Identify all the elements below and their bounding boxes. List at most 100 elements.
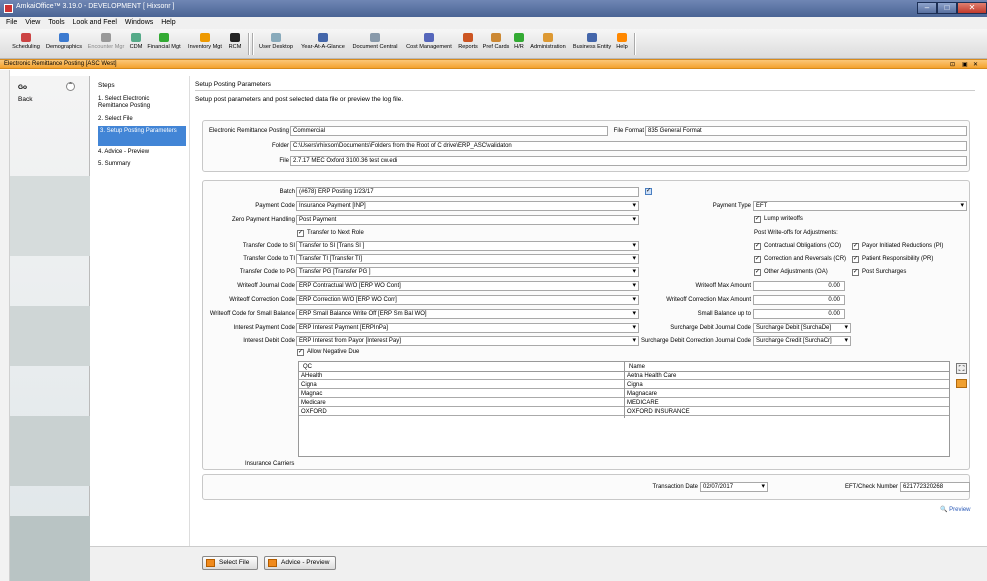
toolbar-demographics[interactable]: Demographics (44, 31, 84, 57)
menu-tools[interactable]: Tools (48, 19, 64, 26)
eft-check-field[interactable]: 621772320268 (900, 482, 970, 492)
transfer-next-role-checkbox[interactable]: ✓ (297, 230, 304, 237)
cell-qc: AHealth (301, 373, 323, 379)
page-title: Setup Posting Parameters (195, 81, 271, 88)
surcharge-debit-dropdown[interactable]: Surcharge Debit [SurchaDe] (753, 323, 851, 333)
menu-file[interactable]: File (6, 19, 17, 26)
transfer-si-dropdown[interactable]: Transfer to SI [Trans SI ] (296, 241, 639, 251)
close-icon[interactable]: ✕ (973, 61, 978, 68)
grid-header-qc[interactable]: QC (301, 363, 312, 371)
toolbar-rcm[interactable]: RCM (227, 31, 243, 57)
toolbar-inventory-mgt[interactable]: Inventory Mgt (184, 31, 226, 57)
toolbar-year-at-a-glance[interactable]: Year-At-A-Glance (298, 31, 348, 57)
grid-list-icon[interactable] (956, 379, 967, 388)
maximize-icon[interactable]: ▣ (962, 61, 968, 68)
minimize-button[interactable]: – (917, 2, 937, 14)
step-summary[interactable]: 5. Summary (98, 161, 186, 168)
close-button[interactable]: ✕ (957, 2, 987, 14)
writeoff-max-field[interactable]: 0.00 (753, 281, 845, 291)
toolbar-administration[interactable]: Administration (527, 31, 569, 57)
panel-stripe (10, 416, 90, 486)
preview-link-label: Preview (949, 507, 971, 513)
toolbar-reports[interactable]: Reports (456, 31, 480, 57)
transaction-date-dropdown[interactable]: 02/07/2017 (700, 482, 768, 492)
toolbar-financial-mgt[interactable]: Financial Mgt (145, 31, 183, 57)
writeoff-correction-max-field[interactable]: 0.00 (753, 295, 845, 305)
batch-field[interactable]: (#678) ERP Posting 1/23/17 (296, 187, 639, 197)
grid-header-name[interactable]: Name (627, 363, 645, 371)
steps-header: Steps (98, 82, 115, 89)
adj-pr-checkbox[interactable]: ✓ (852, 256, 859, 263)
toolbar-cost-management[interactable]: Cost Management (402, 31, 456, 57)
transfer-pg-dropdown[interactable]: Transfer PG [Transfer PG ] (296, 267, 639, 277)
window-titlebar: AmkaiOffice™ 3.19.0 - DEVELOPMENT [ Hixs… (0, 0, 987, 17)
lump-writeoffs-checkbox[interactable]: ✓ (754, 216, 761, 223)
post-surcharges-checkbox[interactable]: ✓ (852, 269, 859, 276)
cost-icon (424, 33, 434, 42)
zero-payment-dropdown[interactable]: Post Payment (296, 215, 639, 225)
cell-name: Aetna Health Care (627, 373, 677, 379)
step-select-file[interactable]: 2. Select File (98, 116, 186, 123)
interest-debit-label: Interest Debit Code (243, 338, 295, 344)
adj-pi-checkbox[interactable]: ✓ (852, 243, 859, 250)
panel-stripe (10, 176, 90, 256)
maximize-button[interactable]: □ (937, 2, 957, 14)
file-field: 2.7.17 MEC Oxford 3100.36 test cw.edi (290, 156, 967, 166)
step-advice-preview[interactable]: 4. Advice - Preview (98, 149, 186, 156)
writeoff-correction-dropdown[interactable]: ERP Correction W/O [ERP WO Corr] (296, 295, 639, 305)
step-setup-posting-parameters[interactable]: 3. Setup Posting Parameters (98, 126, 186, 146)
toolbar-business-entity[interactable]: Business Entity (570, 31, 614, 57)
grid-expand-icon[interactable]: ⛶ (956, 363, 967, 374)
step-select-erp[interactable]: 1. Select Electronic Remittance Posting (98, 96, 168, 110)
menu-view[interactable]: View (25, 19, 40, 26)
menu-windows[interactable]: Windows (125, 19, 153, 26)
batch-checkmark-icon[interactable]: ✓ (645, 188, 652, 195)
magnifier-icon: 🔍 (940, 507, 948, 513)
advice-preview-button[interactable]: Advice - Preview (264, 556, 336, 570)
toolbar-cdm[interactable]: CDM (127, 31, 145, 57)
surcharge-correction-dropdown[interactable]: Surcharge Credit [SurchaCr] (753, 336, 851, 346)
post-writeoffs-header: Post Write-offs for Adjustments: (754, 230, 838, 236)
interest-payment-dropdown[interactable]: ERP Interest Payment [ERPInPa] (296, 323, 639, 333)
adj-cr-checkbox[interactable]: ✓ (754, 256, 761, 263)
lump-writeoffs-label: Lump writeoffs (764, 216, 803, 222)
toolbar-hr[interactable]: H/R (512, 31, 526, 57)
menu-look-and-feel[interactable]: Look and Feel (73, 19, 117, 26)
surcharge-debit-label: Surcharge Debit Journal Code (670, 325, 751, 331)
interest-debit-dropdown[interactable]: ERP Interest from Payor [Interest Pay] (296, 336, 639, 346)
small-balance-field[interactable]: 0.00 (753, 309, 845, 319)
allow-negative-due-checkbox[interactable]: ✓ (297, 349, 304, 356)
collapse-chevron-icon[interactable]: ⌃ (66, 82, 75, 91)
back-link[interactable]: Back (18, 96, 32, 103)
eft-check-label: EFT/Check Number (844, 484, 898, 490)
select-file-button[interactable]: Select File (202, 556, 258, 570)
toolbar-user-desktop[interactable]: User Desktop (256, 31, 296, 57)
file-format-label: File Format (613, 128, 644, 134)
writeoff-small-balance-dropdown[interactable]: ERP Small Balance Write Off [ERP Sm Bal … (296, 309, 639, 319)
transaction-group: Transaction Date 02/07/2017 EFT/Check Nu… (202, 474, 970, 500)
adj-co-checkbox[interactable]: ✓ (754, 243, 761, 250)
hr-icon (514, 33, 524, 42)
bottom-button-bar: Select File Advice - Preview (190, 546, 987, 581)
payment-code-dropdown[interactable]: Insurance Payment [INP] (296, 201, 639, 211)
payment-type-dropdown[interactable]: EFT (753, 201, 967, 211)
cell-name: OXFORD INSURANCE (627, 409, 690, 415)
file-info-group: Electronic Remittance Posting Commercial… (202, 120, 970, 172)
adj-oa-checkbox[interactable]: ✓ (754, 269, 761, 276)
preview-link[interactable]: 🔍 Preview (940, 506, 971, 513)
toolbar-scheduling[interactable]: Scheduling (10, 31, 42, 57)
toolbar-encounter-mgr[interactable]: Encounter Mgr (86, 31, 126, 57)
admin-icon (543, 33, 553, 42)
toolbar-help[interactable]: Help (614, 31, 630, 57)
panel-stripe (10, 516, 90, 581)
help-icon (617, 33, 627, 42)
toolbar-document-central[interactable]: Document Central (349, 31, 401, 57)
writeoff-journal-dropdown[interactable]: ERP Contractual W/O [ERP WO Cont] (296, 281, 639, 291)
menu-help[interactable]: Help (161, 19, 175, 26)
toolbar-separator (634, 33, 636, 55)
restore-icon[interactable]: ⊡ (950, 61, 955, 68)
column-divider (624, 362, 625, 418)
toolbar-pref-cards[interactable]: Pref Cards (481, 31, 511, 57)
transfer-next-role-label: Transfer to Next Role (307, 230, 364, 236)
transfer-ti-dropdown[interactable]: Transfer TI [Transfer TI] (296, 254, 639, 264)
